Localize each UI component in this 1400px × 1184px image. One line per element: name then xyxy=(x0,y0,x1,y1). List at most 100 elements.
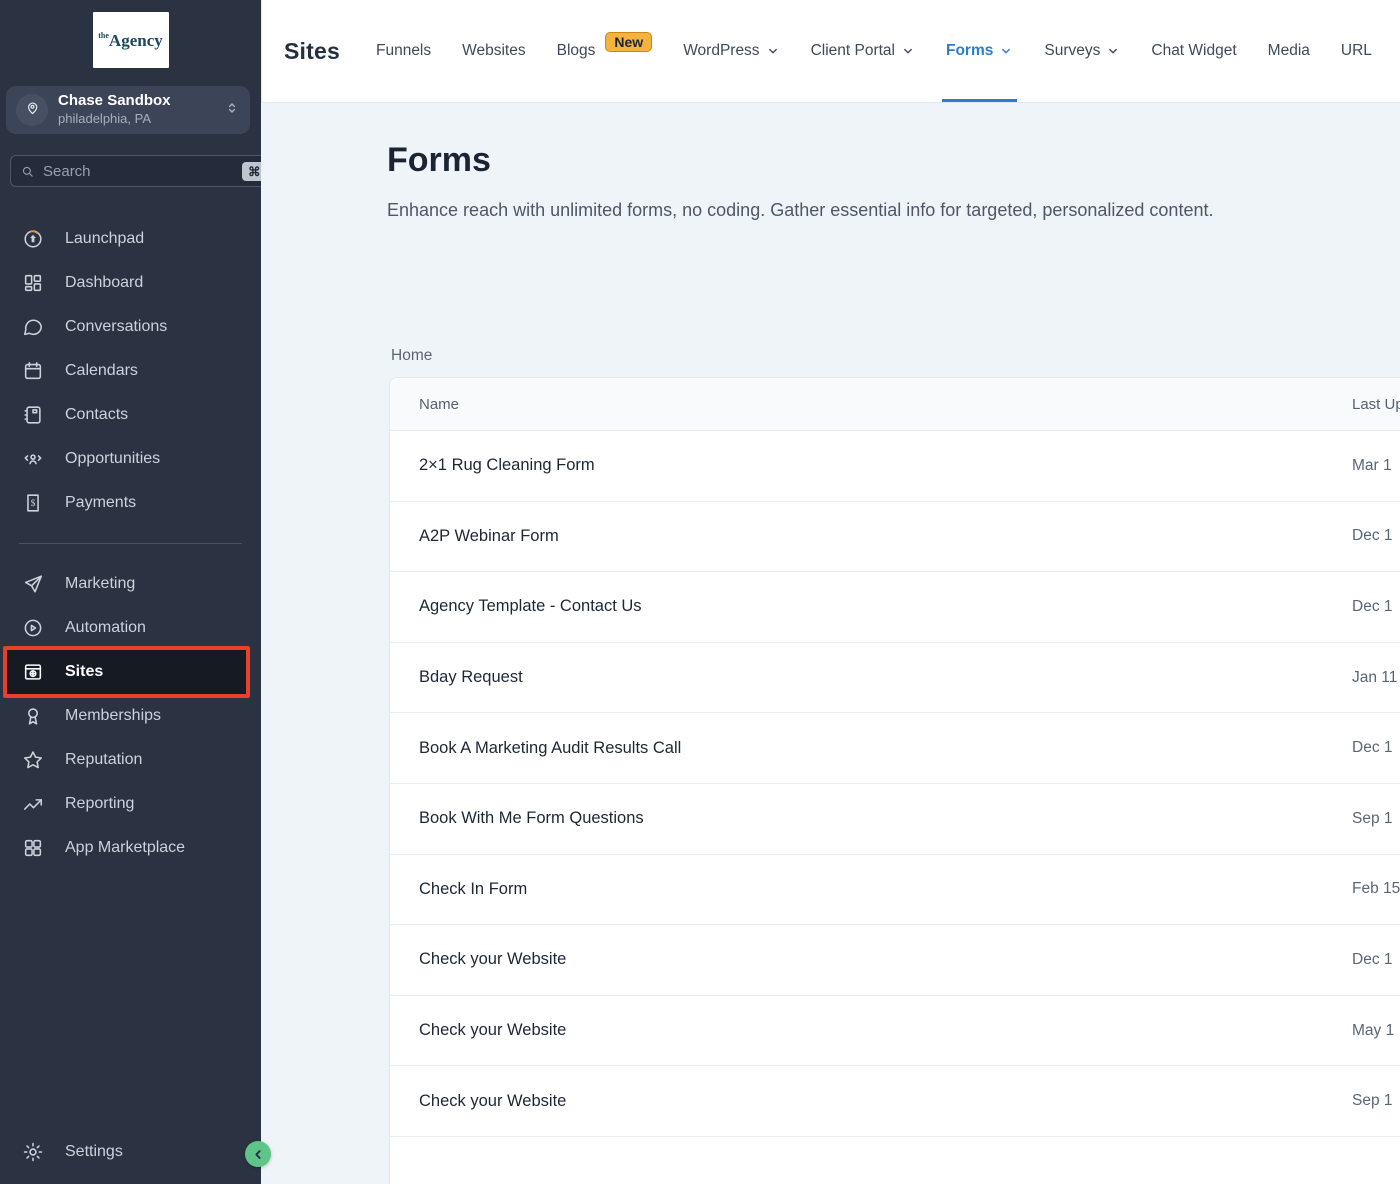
sidebar-item-reputation[interactable]: Reputation xyxy=(0,738,261,782)
form-name-cell: Bday Request xyxy=(390,668,523,687)
new-badge: New xyxy=(605,32,652,52)
table-body: 2×1 Rug Cleaning Form Mar 1 A2P Webinar … xyxy=(390,431,1400,1137)
svg-text:$: $ xyxy=(31,498,36,508)
sidebar-item-reporting[interactable]: Reporting xyxy=(0,782,261,826)
last-updated-cell: Feb 15 xyxy=(1352,880,1400,898)
form-name-cell: Check In Form xyxy=(390,880,527,899)
map-pin-icon xyxy=(24,99,41,121)
contacts-icon xyxy=(22,404,44,426)
logo-text-small: the xyxy=(98,31,109,40)
collapse-icon xyxy=(251,1147,266,1162)
memberships-icon xyxy=(22,705,44,727)
breadcrumb-home[interactable]: Home xyxy=(391,347,432,365)
agency-logo: theAgency xyxy=(93,12,169,68)
settings-label: Settings xyxy=(65,1143,123,1161)
table-row[interactable]: Bday Request Jan 11 xyxy=(390,643,1400,714)
table-row[interactable]: Check your Website May 1 xyxy=(390,996,1400,1067)
form-name-cell: Check your Website xyxy=(390,1092,566,1111)
sidebar-item-opportunities[interactable]: Opportunities xyxy=(0,437,261,481)
search-input[interactable] xyxy=(43,163,242,180)
sidebar-nav-primary: Launchpad Dashboard Conversations Calend… xyxy=(0,217,261,525)
reporting-icon xyxy=(22,793,44,815)
sidebar-item-payments[interactable]: $ Payments xyxy=(0,481,261,525)
last-updated-cell: Dec 1 xyxy=(1352,739,1393,757)
form-name-cell: Agency Template - Contact Us xyxy=(390,597,642,616)
sidebar-item-calendars[interactable]: Calendars xyxy=(0,349,261,393)
tab-websites[interactable]: Websites xyxy=(462,0,525,102)
launchpad-icon xyxy=(22,228,44,250)
column-header-last-updated: Last Updated xyxy=(1352,396,1400,413)
chevron-down-icon xyxy=(1106,44,1120,58)
sidebar-item-contacts[interactable]: Contacts xyxy=(0,393,261,437)
form-name-cell: Book With Me Form Questions xyxy=(390,809,644,828)
account-name: Chase Sandbox xyxy=(58,92,171,109)
sidebar-item-settings[interactable]: Settings xyxy=(0,1130,261,1174)
sidebar-item-app-marketplace[interactable]: App Marketplace xyxy=(0,826,261,870)
sidebar-item-conversations[interactable]: Conversations xyxy=(0,305,261,349)
table-row[interactable]: Check In Form Feb 15 xyxy=(390,855,1400,926)
form-name-cell: Book A Marketing Audit Results Call xyxy=(390,739,681,758)
sidebar-item-launchpad[interactable]: Launchpad xyxy=(0,217,261,261)
form-name-cell: 2×1 Rug Cleaning Form xyxy=(390,456,595,475)
page-subtitle: Enhance reach with unlimited forms, no c… xyxy=(387,195,1277,225)
tab-funnels[interactable]: Funnels xyxy=(376,0,431,102)
sidebar-item-dashboard[interactable]: Dashboard xyxy=(0,261,261,305)
table-row[interactable]: Check your Website Dec 1 xyxy=(390,925,1400,996)
tab-wordpress[interactable]: WordPress xyxy=(683,0,779,102)
tab-blogs[interactable]: Blogs New xyxy=(557,0,653,102)
search-icon xyxy=(20,164,35,179)
table-row[interactable]: Book A Marketing Audit Results Call Dec … xyxy=(390,713,1400,784)
table-row[interactable]: Book With Me Form Questions Sep 1 xyxy=(390,784,1400,855)
dashboard-icon xyxy=(22,272,44,294)
sidebar-item-memberships[interactable]: Memberships xyxy=(0,694,261,738)
table-header: Name Last Updated xyxy=(390,378,1400,431)
logo-text-main: Agency xyxy=(109,31,163,50)
sidebar-divider xyxy=(19,543,242,544)
sidebar-collapse-button[interactable] xyxy=(245,1141,271,1167)
calendars-icon xyxy=(22,360,44,382)
tab-client-portal[interactable]: Client Portal xyxy=(811,0,915,102)
account-switcher[interactable]: Chase Sandbox philadelphia, PA xyxy=(6,86,250,134)
tab-url[interactable]: URL xyxy=(1341,0,1372,102)
sidebar-item-sites[interactable]: Sites xyxy=(3,646,250,698)
table-row[interactable]: A2P Webinar Form Dec 1 xyxy=(390,502,1400,573)
search-box[interactable]: ⌘ K xyxy=(10,155,286,187)
gear-icon xyxy=(22,1141,44,1163)
content-area: Forms Enhance reach with unlimited forms… xyxy=(261,103,1400,1184)
tab-surveys[interactable]: Surveys xyxy=(1044,0,1120,102)
table-row[interactable]: Check your Website Sep 1 xyxy=(390,1066,1400,1137)
last-updated-cell: Jan 11 xyxy=(1352,669,1397,687)
last-updated-cell: Dec 1 xyxy=(1352,527,1393,545)
chevron-down-icon xyxy=(999,44,1013,58)
app-marketplace-icon xyxy=(22,837,44,859)
automation-icon xyxy=(22,617,44,639)
sidebar-item-automation[interactable]: Automation xyxy=(0,606,261,650)
tab-media[interactable]: Media xyxy=(1268,0,1310,102)
page-title: Forms xyxy=(387,141,491,180)
tab-chat-widget[interactable]: Chat Widget xyxy=(1151,0,1236,102)
sidebar-item-marketing[interactable]: Marketing xyxy=(0,562,261,606)
form-name-cell: A2P Webinar Form xyxy=(390,527,559,546)
column-header-name: Name xyxy=(390,396,459,413)
sites-icon xyxy=(22,661,44,683)
last-updated-cell: Sep 1 xyxy=(1352,1092,1393,1110)
forms-table: Name Last Updated 2×1 Rug Cleaning Form … xyxy=(389,377,1400,1184)
last-updated-cell: Mar 1 xyxy=(1352,457,1392,475)
payments-icon: $ xyxy=(22,492,44,514)
form-name-cell: Check your Website xyxy=(390,950,566,969)
last-updated-cell: Sep 1 xyxy=(1352,810,1393,828)
updown-icon xyxy=(224,100,240,121)
table-row[interactable]: Agency Template - Contact Us Dec 1 xyxy=(390,572,1400,643)
last-updated-cell: Dec 1 xyxy=(1352,598,1393,616)
chevron-down-icon xyxy=(766,44,780,58)
chevron-down-icon xyxy=(901,44,915,58)
table-row[interactable]: 2×1 Rug Cleaning Form Mar 1 xyxy=(390,431,1400,502)
sidebar-nav-secondary: Marketing Automation Sites Memberships R… xyxy=(0,562,261,870)
section-tabs: Funnels Websites Blogs New Wor xyxy=(376,0,1372,102)
last-updated-cell: May 1 xyxy=(1352,1022,1394,1040)
tab-forms[interactable]: Forms xyxy=(946,0,1013,102)
account-location: philadelphia, PA xyxy=(58,111,151,126)
form-name-cell: Check your Website xyxy=(390,1021,566,1040)
page-section-title: Sites xyxy=(284,38,340,65)
last-updated-cell: Dec 1 xyxy=(1352,951,1393,969)
